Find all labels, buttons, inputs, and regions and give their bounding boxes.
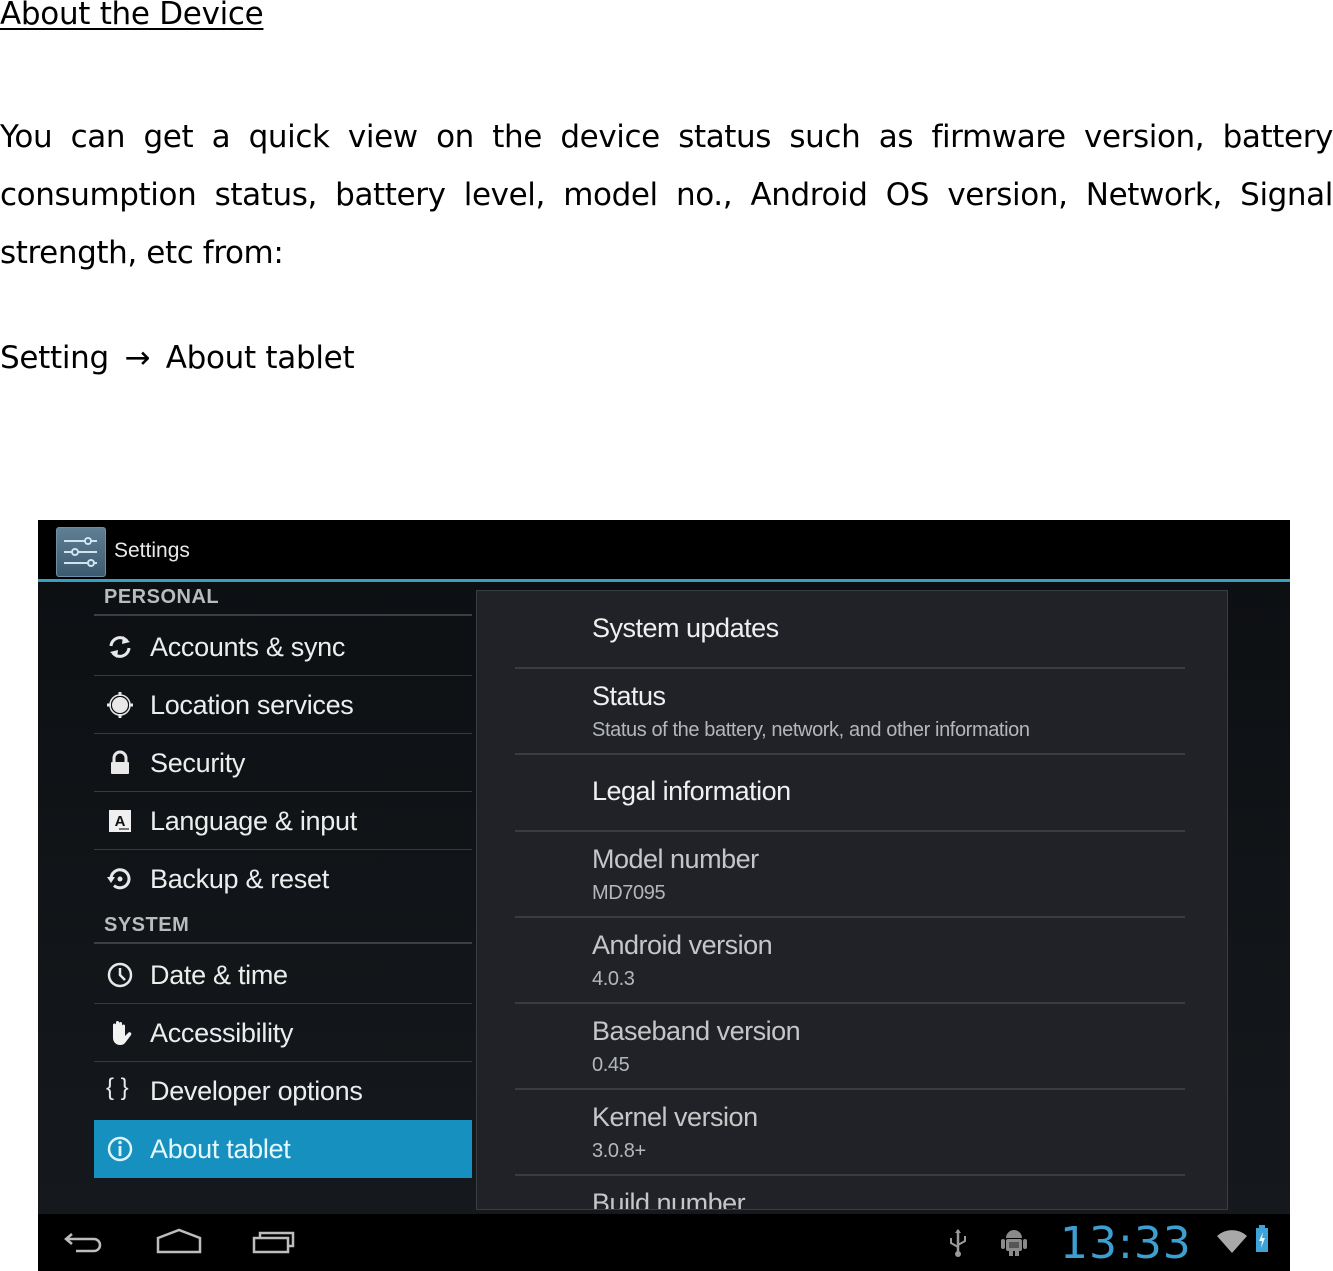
section-header-system: SYSTEM	[104, 914, 190, 936]
sidebar-item-label: Location services	[150, 690, 354, 720]
sidebar-item-accessibility[interactable]: Accessibility	[94, 1004, 472, 1060]
navigation-path: Setting → About tablet	[0, 340, 355, 376]
pref-legal-information[interactable]: Legal information	[515, 755, 1185, 832]
path-to: About tablet	[165, 340, 355, 376]
sidebar-item-date-time[interactable]: Date & time	[94, 946, 472, 1002]
recent-apps-icon[interactable]	[252, 1228, 296, 1261]
pref-title: Kernel version	[592, 1102, 758, 1132]
document-heading: About the Device	[0, 0, 264, 32]
android-debug-icon	[1000, 1226, 1028, 1263]
pref-title: Baseband version	[592, 1016, 801, 1046]
sidebar-item-about-tablet[interactable]: About tablet	[94, 1120, 472, 1178]
usb-icon	[946, 1228, 970, 1263]
sidebar-item-label: Language & input	[150, 806, 357, 836]
pref-title: Build number	[592, 1188, 746, 1210]
settings-sliders-icon[interactable]	[56, 527, 106, 577]
sidebar-item-label: Developer options	[150, 1076, 363, 1106]
pref-title: System updates	[592, 613, 779, 643]
pref-build-number: Build number	[515, 1176, 1185, 1210]
pref-summary: Status of the battery, network, and othe…	[592, 719, 1030, 741]
settings-content: PERSONAL Accounts & sync Location servic…	[38, 582, 1290, 1214]
about-tablet-panel: System updates Status Status of the batt…	[476, 590, 1228, 1210]
lock-icon	[106, 749, 134, 777]
pref-title: Android version	[592, 930, 773, 960]
sidebar-item-backup-reset[interactable]: Backup & reset	[94, 850, 472, 906]
sidebar-item-label: Accessibility	[150, 1018, 294, 1048]
battery-charging-icon	[1254, 1224, 1270, 1259]
braces-icon: { }	[106, 1074, 129, 1101]
section-divider	[94, 942, 472, 944]
location-icon	[106, 691, 134, 719]
tablet-settings-screenshot: Settings PERSONAL Accounts & sync Locati…	[38, 520, 1290, 1271]
sidebar-item-label: Date & time	[150, 960, 288, 990]
sidebar-item-label: Backup & reset	[150, 864, 329, 894]
settings-sidebar: PERSONAL Accounts & sync Location servic…	[94, 582, 474, 1214]
back-icon[interactable]	[62, 1228, 106, 1261]
sync-icon	[106, 633, 134, 661]
section-divider	[94, 614, 472, 616]
wifi-icon	[1216, 1228, 1248, 1259]
pref-summary: 4.0.3	[592, 968, 635, 990]
pref-title: Status	[592, 681, 666, 711]
path-from: Setting	[0, 340, 109, 376]
pref-system-updates[interactable]: System updates	[515, 591, 1185, 669]
document-paragraph: You can get a quick view on the device s…	[0, 119, 1333, 271]
action-bar: Settings	[38, 520, 1290, 582]
status-clock: 13:33	[1060, 1218, 1192, 1269]
hand-icon	[106, 1019, 134, 1047]
sidebar-item-accounts-sync[interactable]: Accounts & sync	[94, 618, 472, 674]
sidebar-item-developer-options[interactable]: { } Developer options	[94, 1062, 472, 1118]
pref-title: Model number	[592, 844, 759, 874]
clock-icon	[106, 961, 134, 989]
pref-summary: MD7095	[592, 882, 666, 904]
pref-kernel-version: Kernel version 3.0.8+	[515, 1090, 1185, 1176]
pref-model-number: Model number MD7095	[515, 832, 1185, 918]
svg-text:A: A	[115, 813, 126, 830]
sidebar-item-label: Security	[150, 748, 246, 778]
section-header-personal: PERSONAL	[104, 586, 220, 608]
pref-title: Legal information	[592, 776, 791, 806]
info-icon	[106, 1135, 134, 1163]
system-navigation-bar: 13:33	[38, 1214, 1290, 1271]
keyboard-language-icon: A	[106, 807, 134, 835]
sidebar-item-label: About tablet	[150, 1134, 291, 1164]
arrow-right-icon: →	[124, 340, 151, 376]
pref-summary: 0.45	[592, 1054, 630, 1076]
pref-baseband-version: Baseband version 0.45	[515, 1004, 1185, 1090]
pref-status[interactable]: Status Status of the battery, network, a…	[515, 669, 1185, 755]
sidebar-item-security[interactable]: Security	[94, 734, 472, 790]
pref-summary: 3.0.8+	[592, 1140, 646, 1162]
backup-restore-icon	[106, 865, 134, 893]
pref-android-version[interactable]: Android version 4.0.3	[515, 918, 1185, 1004]
sidebar-item-location-services[interactable]: Location services	[94, 676, 472, 732]
app-title: Settings	[114, 539, 190, 562]
home-icon[interactable]	[156, 1228, 202, 1261]
sidebar-item-label: Accounts & sync	[150, 632, 346, 662]
sidebar-item-language-input[interactable]: A Language & input	[94, 792, 472, 848]
